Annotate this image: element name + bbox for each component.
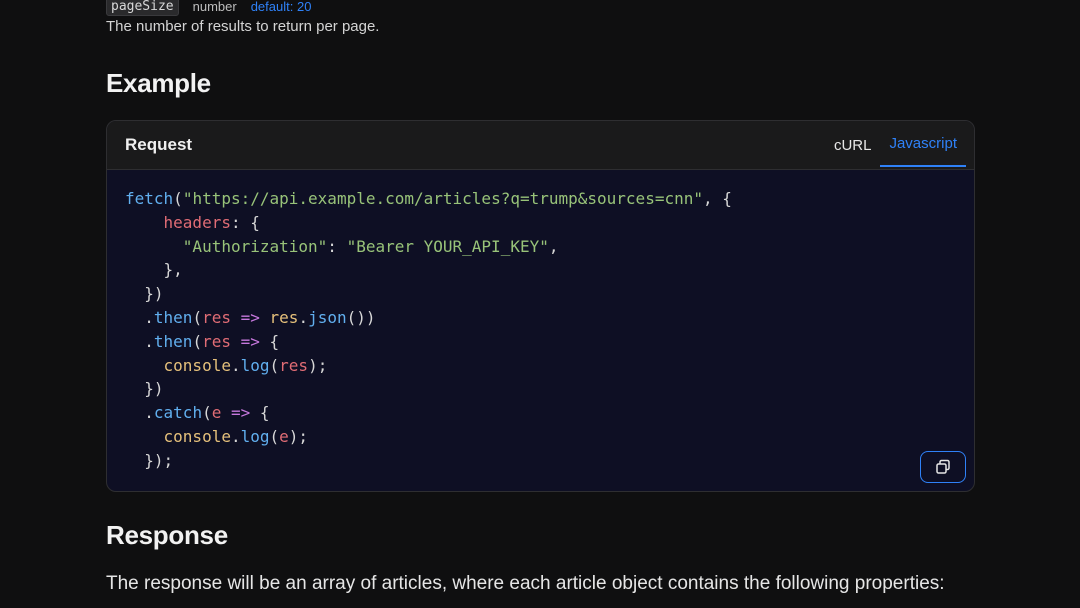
copy-button[interactable]: [920, 451, 966, 483]
param-row: pageSize number default: 20: [106, 0, 311, 16]
language-tabs: cURL Javascript: [825, 121, 966, 169]
code-header-key: "Authorization": [182, 236, 328, 256]
code-header-value: "Bearer YOUR_API_KEY": [346, 236, 549, 256]
tab-curl[interactable]: cURL: [825, 121, 881, 169]
code-url: "https://api.example.com/articles?q=trum…: [182, 189, 703, 208]
response-description: The response will be an array of article…: [106, 573, 945, 594]
tab-javascript[interactable]: Javascript: [880, 121, 966, 167]
copy-icon: [936, 459, 950, 474]
response-heading: Response: [106, 520, 228, 550]
param-description: The number of results to return per page…: [106, 18, 380, 35]
param-name: pageSize: [106, 0, 179, 16]
request-card-title: Request: [125, 135, 193, 154]
example-heading: Example: [106, 68, 211, 98]
code-block: fetch("https://api.example.com/articles?…: [125, 189, 732, 470]
request-card-header: Request cURL Javascript: [107, 121, 974, 170]
request-card: Request cURL Javascript fetch("https://a…: [106, 120, 975, 492]
param-type: number: [192, 0, 237, 14]
param-default: default: 20: [250, 0, 312, 14]
